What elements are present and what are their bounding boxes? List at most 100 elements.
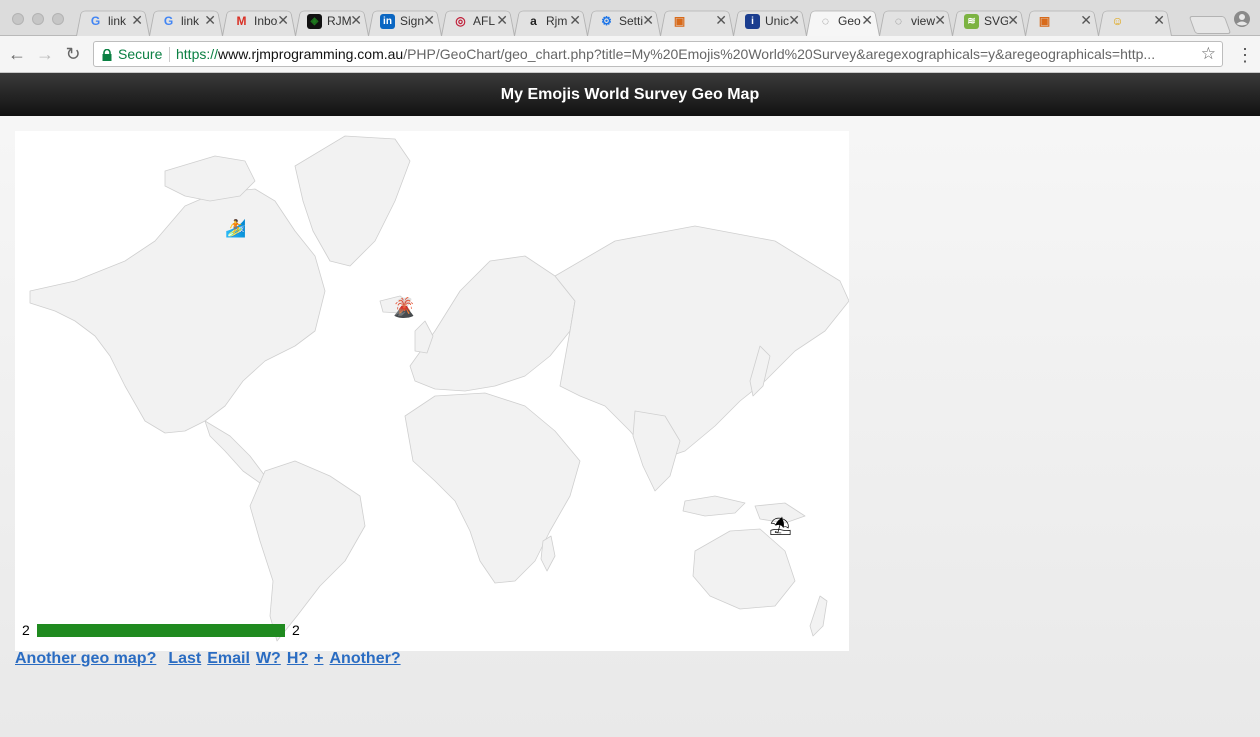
tab-title: Unic <box>765 14 789 28</box>
region-indonesia <box>682 495 746 517</box>
email-link[interactable]: Email <box>207 650 250 667</box>
amazon-icon: a <box>530 14 537 28</box>
region-new-zealand <box>809 595 828 637</box>
url-scheme: https:// <box>176 46 219 62</box>
linkedin-icon: in <box>380 14 395 29</box>
marker-beach-umbrella[interactable]: ⛱ <box>769 516 792 537</box>
separator <box>169 47 170 62</box>
region-asia <box>554 225 849 462</box>
gmail-icon: M <box>236 14 247 28</box>
tab-2[interactable]: M Inbox✕ <box>222 6 296 36</box>
tab-close-icon[interactable]: ✕ <box>1007 13 1019 28</box>
region-europe <box>409 255 576 392</box>
tab-5[interactable]: ◎ AFL ✕ <box>441 6 515 36</box>
last-link[interactable]: Last <box>168 650 201 667</box>
another-geo-map-link[interactable]: Another geo map? <box>15 650 156 667</box>
tab-close-icon[interactable]: ✕ <box>569 13 581 28</box>
tab-8[interactable]: ▣ ✕ <box>660 6 734 36</box>
tab-close-icon[interactable]: ✕ <box>642 13 654 28</box>
world-map[interactable] <box>15 131 849 651</box>
tab-close-icon[interactable]: ✕ <box>496 13 508 28</box>
tabs: Glink✕Glink✕MInbox✕◈RJM✕inSign✕◎AFL✕aRjm… <box>76 6 1172 36</box>
spiral-icon: ◌ <box>821 14 830 28</box>
google-icon: G <box>163 14 174 28</box>
tab-close-icon[interactable]: ✕ <box>350 13 362 28</box>
gear-icon: ⚙ <box>601 14 612 28</box>
tab-title: Geo <box>838 14 861 28</box>
page-header: My Emojis World Survey Geo Map <box>0 73 1260 116</box>
tab-0[interactable]: Glink ✕ <box>76 6 150 36</box>
tab-title: RJM <box>327 14 351 28</box>
tab-close-icon[interactable]: ✕ <box>715 13 727 28</box>
tab-title: Inbox <box>254 14 278 28</box>
another-link[interactable]: Another? <box>329 650 400 667</box>
geo-chart[interactable]: 🏄 🌋 ⛱ 2 2 <box>15 131 849 651</box>
region-north-america <box>29 188 326 434</box>
tab-12[interactable]: ≋ SVG ✕ <box>952 6 1026 36</box>
new-tab-button[interactable] <box>1188 16 1232 34</box>
browser-toolbar: ← → ↻ Secure https://www.rjmprogramming.… <box>0 36 1260 73</box>
action-links: Another geo map? Last Email W? H? + Another? <box>15 650 407 668</box>
lock-icon <box>102 48 112 61</box>
afl-icon: ◎ <box>455 14 466 28</box>
tab-close-icon[interactable]: ✕ <box>934 13 946 28</box>
zoom-window-button[interactable] <box>52 13 64 25</box>
tab-3[interactable]: ◈ RJM ✕ <box>295 6 369 36</box>
page: My Emojis World Survey Geo Map 🏄 🌋 ⛱ 2 2… <box>0 73 1260 737</box>
tab-close-icon[interactable]: ✕ <box>131 13 143 28</box>
back-button[interactable]: ← <box>7 44 27 64</box>
tab-close-icon[interactable]: ✕ <box>788 13 800 28</box>
region-madagascar <box>540 535 556 572</box>
close-window-button[interactable] <box>12 13 24 25</box>
bookmark-star-icon[interactable]: ☆ <box>1201 44 1216 64</box>
svg-icon: ≋ <box>964 14 979 29</box>
profile-icon[interactable] <box>1233 10 1251 28</box>
tab-10[interactable]: ◌ Geo ✕ <box>806 6 880 36</box>
tab-title: SVG <box>984 14 1008 28</box>
tab-close-icon[interactable]: ✕ <box>204 13 216 28</box>
tab-4[interactable]: in Sign ✕ <box>368 6 442 36</box>
width-link[interactable]: W? <box>256 650 281 667</box>
url-host: www.rjmprogramming.com.au <box>218 46 404 62</box>
address-bar[interactable]: Secure https://www.rjmprogramming.com.au… <box>93 41 1223 67</box>
tab-title: Setting <box>619 14 643 28</box>
legend-max-value: 2 <box>292 622 300 638</box>
google-icon: G <box>90 14 101 28</box>
marker-surfer[interactable]: 🏄 <box>225 219 246 239</box>
legend-min-value: 2 <box>22 622 30 638</box>
tab-close-icon[interactable]: ✕ <box>861 13 873 28</box>
minimize-window-button[interactable] <box>32 13 44 25</box>
tab-9[interactable]: i Unic ✕ <box>733 6 807 36</box>
url-text[interactable]: https://www.rjmprogramming.com.au/PHP/Ge… <box>176 46 1196 62</box>
region-canadian-arctic <box>164 155 256 202</box>
info-icon: i <box>745 14 760 29</box>
tab-6[interactable]: a Rjm ✕ <box>514 6 588 36</box>
plus-link[interactable]: + <box>314 650 323 667</box>
region-australia <box>692 528 796 610</box>
tab-7[interactable]: ⚙ Setting✕ <box>587 6 661 36</box>
tab-close-icon[interactable]: ✕ <box>277 13 289 28</box>
tab-strip: Glink✕Glink✕MInbox✕◈RJM✕inSign✕◎AFL✕aRjm… <box>0 0 1260 36</box>
tab-11[interactable]: ◌ view ✕ <box>879 6 953 36</box>
tab-title: link <box>181 14 200 28</box>
height-link[interactable]: H? <box>287 650 308 667</box>
tab-title: Rjm <box>546 14 568 28</box>
shield-video-icon: ▣ <box>673 14 686 28</box>
forward-button[interactable]: → <box>35 44 55 64</box>
tab-close-icon[interactable]: ✕ <box>423 13 435 28</box>
region-south-america <box>249 460 366 642</box>
tab-title: AFL <box>473 14 496 28</box>
marker-volcano[interactable]: 🌋 <box>392 296 416 320</box>
tab-close-icon[interactable]: ✕ <box>1080 13 1092 28</box>
tab-14[interactable]: ☺ ✕ <box>1098 6 1172 36</box>
heart-eyes-umbrella-icon: ☺ <box>1111 14 1124 28</box>
secure-label: Secure <box>118 46 163 62</box>
tab-13[interactable]: ▣ ✕ <box>1025 6 1099 36</box>
tab-close-icon[interactable]: ✕ <box>1153 13 1165 28</box>
kebab-menu-icon[interactable]: ⋮ <box>1236 45 1254 65</box>
shield-umbrella-icon: ▣ <box>1038 14 1051 28</box>
region-central-america <box>204 420 266 484</box>
tab-1[interactable]: Glink ✕ <box>149 6 223 36</box>
region-greenland <box>294 135 411 267</box>
reload-button[interactable]: ↻ <box>63 44 83 64</box>
